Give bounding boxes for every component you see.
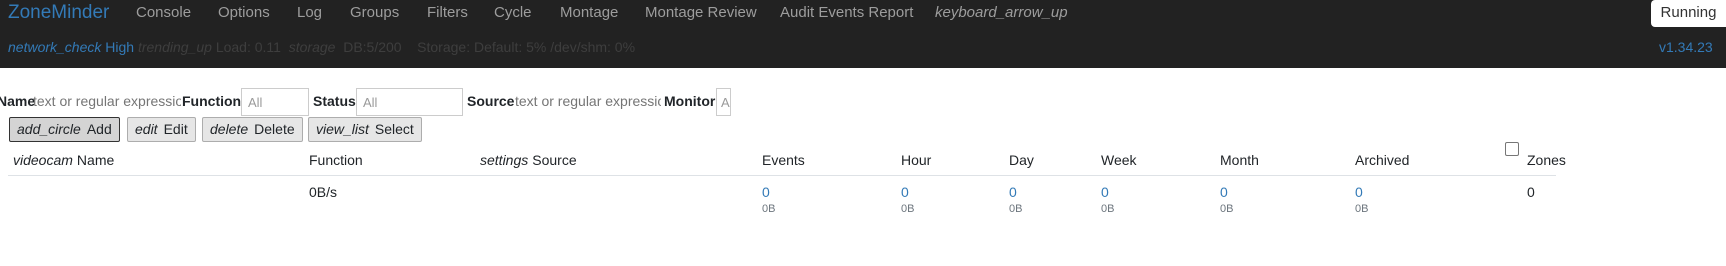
add-circle-icon: add_circle: [17, 121, 81, 137]
nav-montage[interactable]: Montage: [560, 4, 618, 21]
total-month-count[interactable]: 0: [1220, 184, 1228, 200]
run-state-button[interactable]: Running: [1651, 0, 1726, 27]
version-link[interactable]: v1.34.23: [1659, 39, 1713, 55]
brand-logo[interactable]: ZoneMinder: [8, 2, 109, 24]
filter-source-input[interactable]: text or regular expression: [515, 93, 661, 109]
column-header-zones[interactable]: Zones: [1527, 152, 1566, 168]
total-events-count[interactable]: 0: [762, 184, 770, 200]
settings-icon: settings: [480, 152, 529, 168]
keyboard-arrow-up-icon[interactable]: keyboard_arrow_up: [935, 4, 1068, 21]
filter-status-select[interactable]: All: [356, 88, 463, 116]
nav-audit-events-report[interactable]: Audit Events Report: [780, 4, 913, 21]
delete-button-label: Delete: [254, 121, 295, 137]
top-navbar: ZoneMinder Console Options Log Groups Fi…: [0, 0, 1726, 68]
total-day-size: 0B: [1009, 203, 1023, 215]
edit-button-label: Edit: [163, 121, 188, 137]
column-header-month[interactable]: Month: [1220, 152, 1259, 168]
column-header-name[interactable]: videocam Name: [13, 152, 114, 168]
total-events-size: 0B: [762, 203, 776, 215]
filter-monitor-label: Monitor: [664, 93, 716, 109]
videocam-icon: videocam: [13, 152, 73, 168]
storage-icon: storage: [288, 39, 336, 55]
column-header-function[interactable]: Function: [309, 152, 363, 168]
edit-icon: edit: [135, 121, 158, 137]
column-header-hour[interactable]: Hour: [901, 152, 931, 168]
filter-status-label: Status: [313, 93, 356, 109]
total-day-count[interactable]: 0: [1009, 184, 1017, 200]
trending-up-icon: trending_up: [137, 39, 212, 55]
column-header-events[interactable]: Events: [762, 152, 805, 168]
nav-cycle[interactable]: Cycle: [494, 4, 532, 21]
total-zones: 0: [1527, 184, 1535, 200]
select-button[interactable]: view_list Select: [308, 117, 422, 142]
column-header-day[interactable]: Day: [1009, 152, 1034, 168]
view-list-icon: view_list: [316, 121, 369, 137]
total-archived-size: 0B: [1355, 203, 1369, 215]
delete-button[interactable]: delete Delete: [202, 117, 303, 142]
bandwidth-link[interactable]: High: [105, 39, 134, 55]
storage-status: Storage: Default: 5% /dev/shm: 0%: [417, 39, 636, 55]
network-check-icon: network_check: [8, 39, 102, 55]
nav-groups[interactable]: Groups: [350, 4, 399, 21]
column-header-source-label: Source: [532, 152, 577, 168]
column-header-week[interactable]: Week: [1101, 152, 1137, 168]
total-hour-size: 0B: [901, 203, 915, 215]
load-status: Load: 0.11: [215, 39, 281, 55]
filter-name-input[interactable]: text or regular expression: [33, 93, 181, 109]
nav-log[interactable]: Log: [297, 4, 322, 21]
delete-icon: delete: [210, 121, 249, 137]
filter-function-select[interactable]: All: [241, 88, 309, 116]
total-month-size: 0B: [1220, 203, 1234, 215]
nav-console[interactable]: Console: [136, 4, 191, 21]
column-header-source[interactable]: settings Source: [480, 152, 577, 168]
total-hour-count[interactable]: 0: [901, 184, 909, 200]
total-bandwidth: 0B/s: [309, 184, 338, 200]
total-week-size: 0B: [1101, 203, 1115, 215]
filter-monitor-select[interactable]: All: [716, 88, 731, 116]
db-status: DB:5/200: [343, 39, 402, 55]
total-archived-count[interactable]: 0: [1355, 184, 1363, 200]
column-header-name-label: Name: [76, 152, 115, 168]
nav-options[interactable]: Options: [218, 4, 270, 21]
nav-filters[interactable]: Filters: [427, 4, 468, 21]
filter-source-label: Source: [467, 93, 515, 109]
total-week-count[interactable]: 0: [1101, 184, 1109, 200]
nav-montage-review[interactable]: Montage Review: [645, 4, 757, 21]
add-button[interactable]: add_circle Add: [9, 117, 120, 142]
column-header-archived[interactable]: Archived: [1355, 152, 1409, 168]
filter-function-label: Function: [182, 93, 242, 109]
edit-button[interactable]: edit Edit: [127, 117, 196, 142]
filter-name-label: Name: [0, 93, 36, 109]
table-header-divider: [8, 175, 1556, 176]
status-bar: network_check High trending_up Load: 0.1…: [8, 39, 635, 55]
select-button-label: Select: [374, 121, 414, 137]
add-button-label: Add: [86, 121, 112, 137]
select-all-checkbox[interactable]: [1505, 142, 1519, 156]
